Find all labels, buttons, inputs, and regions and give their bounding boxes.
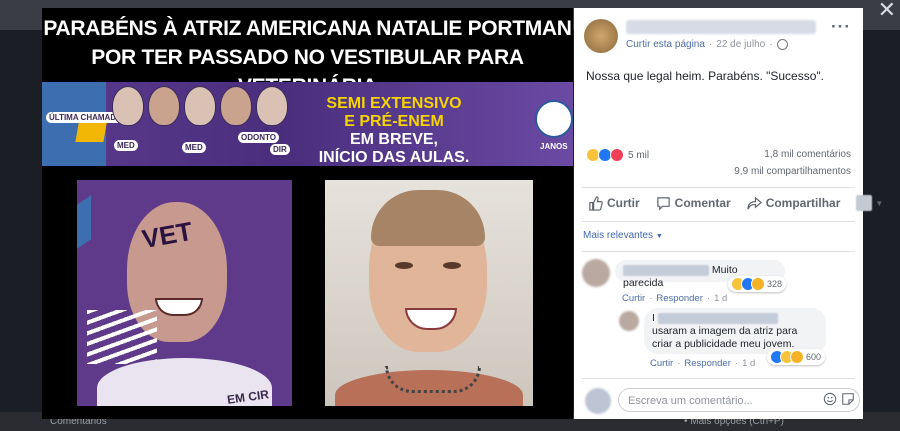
face-label: MED <box>182 142 206 153</box>
reply-time[interactable]: 1 d <box>742 358 755 369</box>
face-label: ODONTO <box>238 132 279 143</box>
banner-face <box>256 86 288 126</box>
love-reaction-icon <box>610 148 624 162</box>
banner-face <box>148 86 180 126</box>
chevron-down-icon: ▼ <box>875 198 884 208</box>
course-banner: ÚLTIMA CHAMADA MED MED ODONTO DIR SEMI E… <box>42 82 573 166</box>
banner-line-2: E PRÉ-ENEM <box>344 113 444 130</box>
like-icon <box>589 195 603 211</box>
like-label: Curtir <box>607 196 640 210</box>
commenter-name-redacted[interactable] <box>623 264 709 276</box>
page-avatar-small <box>856 195 873 211</box>
wow-reaction-icon <box>751 277 765 291</box>
portrait-hair <box>371 190 485 246</box>
like-button[interactable]: Curtir <box>588 195 640 211</box>
share-icon <box>747 196 762 209</box>
share-button[interactable]: Compartilhar <box>747 196 841 211</box>
divider <box>582 221 855 222</box>
banner-face <box>112 86 144 126</box>
poster-stripe <box>77 195 91 249</box>
reply-reactions[interactable]: 600 <box>767 349 826 365</box>
globe-icon <box>776 39 788 50</box>
comment-reaction-count: 328 <box>767 279 783 289</box>
like-page-link[interactable]: Curtir esta página <box>626 39 705 50</box>
comment-sort-dropdown[interactable]: Mais relevantes ▼ <box>583 230 663 241</box>
actress-portrait-image <box>325 180 533 406</box>
more-icon[interactable]: ··· <box>831 17 851 37</box>
divider <box>582 378 855 379</box>
comment-input-placeholder: Escreva um comentário... <box>628 395 753 407</box>
page-avatar[interactable] <box>584 19 618 53</box>
portrait-necklace <box>385 366 481 393</box>
headline-line-1: PARABÉNS À ATRIZ AMERICANA NATALIE PORTM… <box>43 17 572 40</box>
reply-text-line-1: I <box>652 312 655 324</box>
poster-zigzag <box>87 310 157 364</box>
vet-poster-image: VET EM CIR <box>77 180 292 406</box>
banner-face <box>184 86 216 126</box>
reply-reaction-count: 600 <box>806 352 822 362</box>
divider <box>582 187 855 188</box>
commenter-avatar[interactable] <box>582 259 610 287</box>
banner-copy: SEMI EXTENSIVO E PRÉ-ENEM EM BREVE, INÍC… <box>304 95 484 166</box>
comment-reply-link[interactable]: Responder <box>656 293 702 304</box>
banner-line-3: EM BREVE, <box>349 131 438 148</box>
comment-reactions[interactable]: 328 <box>728 276 787 292</box>
divider <box>582 251 855 252</box>
portrait-eye <box>443 262 461 269</box>
banner-face <box>220 86 252 126</box>
page-name-redacted[interactable] <box>626 20 816 34</box>
emoji-icon[interactable] <box>823 392 837 406</box>
comment-button[interactable]: Comentar <box>656 196 731 211</box>
close-icon[interactable]: ✕ <box>878 0 896 23</box>
face-label: MED <box>114 140 138 151</box>
reply-actions: Curtir · Responder · 1 d <box>650 358 756 369</box>
post-actions: Curtir Comentar Compartilhar ▼ <box>588 195 883 211</box>
reply-reply-link[interactable]: Responder <box>684 358 730 369</box>
post-panel: Curtir esta página · 22 de julho · ··· N… <box>574 8 883 419</box>
comments-count[interactable]: 1,8 mil comentários <box>764 149 851 160</box>
reply-bubble: I usaram a imagem da atriz para criar a … <box>644 308 826 354</box>
photo-viewer-image: PARABÉNS À ATRIZ AMERICANA NATALIE PORTM… <box>42 8 573 419</box>
comment-actions: Curtir · Responder · 1 d <box>622 293 728 304</box>
post-text: Nossa que legal heim. Parabéns. "Sucesso… <box>586 69 824 83</box>
post-meta: Curtir esta página · 22 de julho · <box>626 39 788 50</box>
reaction-summary[interactable]: 5 mil <box>586 148 649 162</box>
replier-avatar[interactable] <box>619 311 639 331</box>
sticker-icon[interactable] <box>841 392 855 406</box>
wow-reaction-icon <box>790 350 804 364</box>
banner-line-4: INÍCIO DAS AULAS. <box>318 149 470 166</box>
sort-label: Mais relevantes <box>583 230 654 241</box>
current-user-avatar <box>585 388 611 414</box>
school-logo <box>535 100 573 138</box>
face-label: DIR <box>270 144 290 155</box>
replier-name-redacted[interactable] <box>657 312 778 324</box>
reply-text-line-2: usaram a imagem da atriz para <box>652 325 798 337</box>
share-label: Compartilhar <box>765 196 841 210</box>
comment-composer: Escreva um comentário... <box>582 386 860 414</box>
reactions-count: 5 mil <box>628 149 650 161</box>
chevron-down-icon: ▼ <box>655 233 663 240</box>
comment-like-link[interactable]: Curtir <box>622 293 645 304</box>
post-date[interactable]: 22 de julho <box>716 39 765 50</box>
act-as-page-selector[interactable]: ▼ <box>856 195 883 211</box>
portrait-eye <box>395 262 413 269</box>
comment-label: Comentar <box>674 196 731 210</box>
comment-icon <box>656 196 670 211</box>
banner-faces <box>112 86 288 126</box>
shares-count[interactable]: 9,9 mil compartilhamentos <box>734 166 851 177</box>
reply-like-link[interactable]: Curtir <box>650 358 673 369</box>
logo-text: JANOS <box>540 142 568 151</box>
banner-line-1: SEMI EXTENSIVO <box>326 95 462 112</box>
comment-time[interactable]: 1 d <box>714 293 727 304</box>
